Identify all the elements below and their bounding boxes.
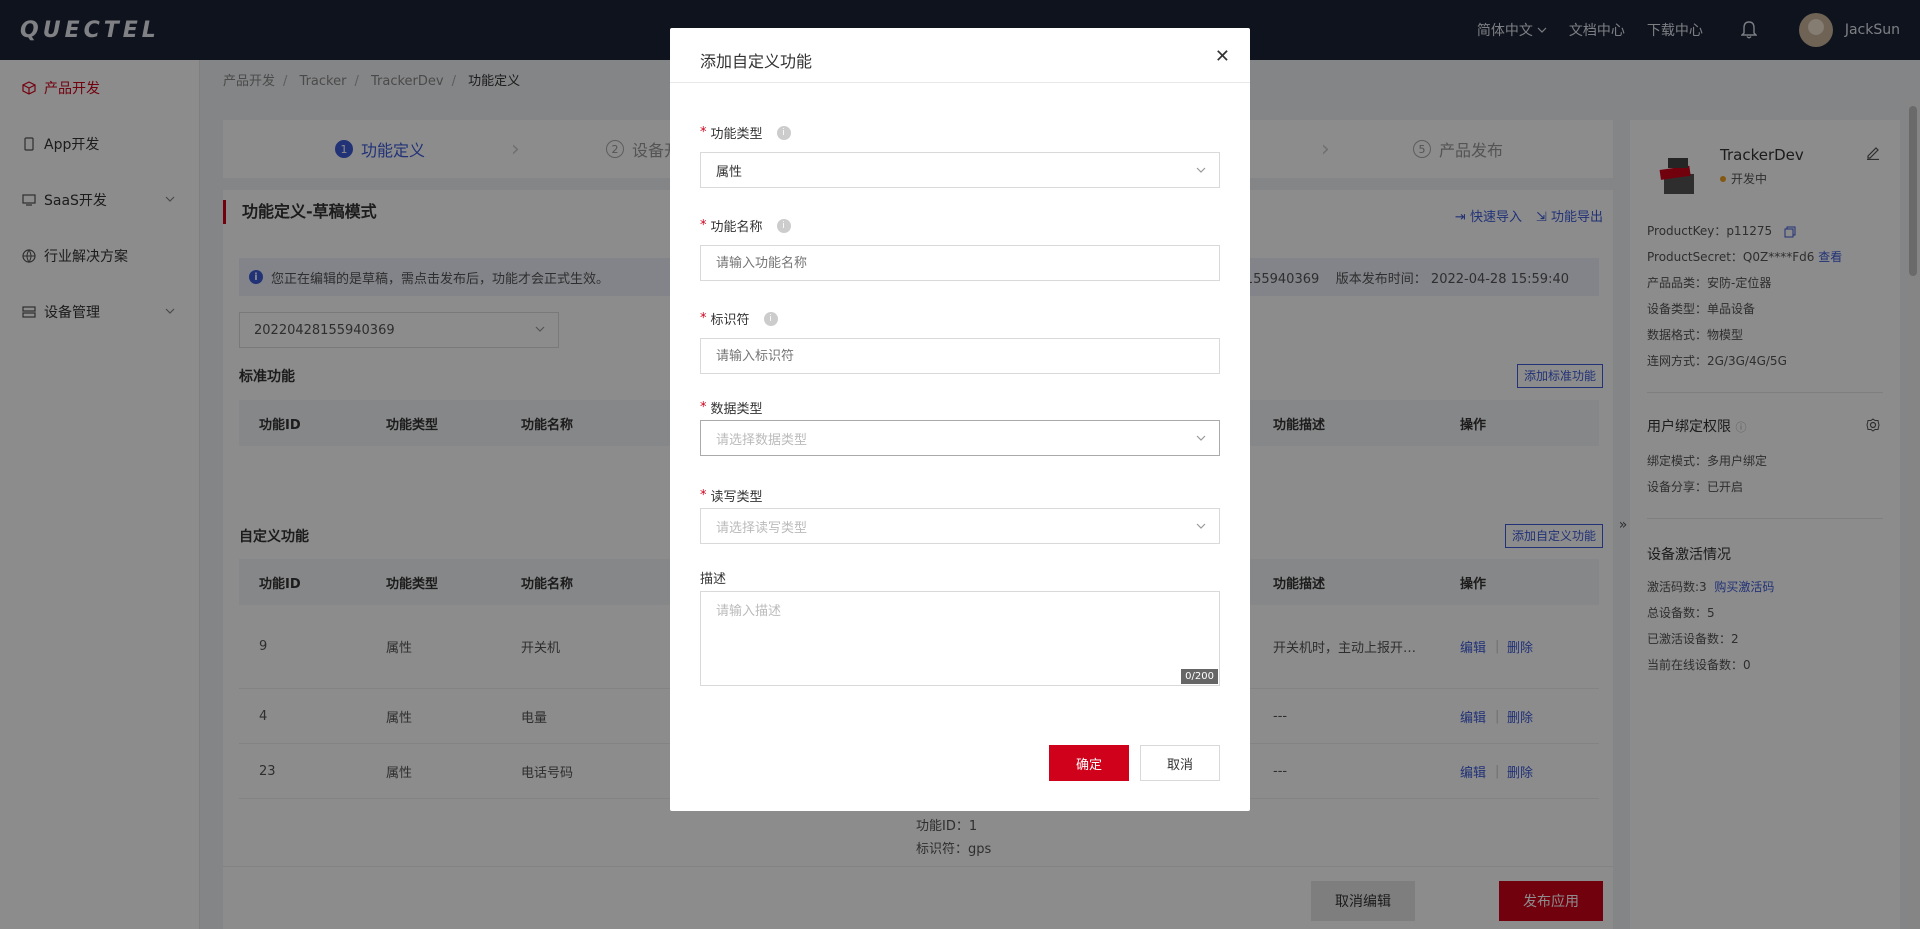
close-icon[interactable]: ✕: [1215, 46, 1230, 67]
function-type-label: * 功能类型 i: [700, 123, 791, 142]
data-type-select[interactable]: 请选择数据类型: [700, 420, 1220, 456]
function-name-input[interactable]: [700, 245, 1220, 281]
help-icon: i: [763, 311, 778, 326]
chevron-down-icon: [1196, 435, 1206, 441]
function-type-select[interactable]: 属性: [700, 152, 1220, 188]
rw-type-select[interactable]: 请选择读写类型: [700, 508, 1220, 544]
chevron-down-icon: [1196, 523, 1206, 529]
help-icon: i: [776, 125, 791, 140]
char-counter: 0/200: [1181, 669, 1218, 684]
dialog-title: 添加自定义功能: [670, 28, 1250, 83]
function-name-label: * 功能名称 i: [700, 216, 791, 235]
data-type-label: * 数据类型: [700, 400, 763, 417]
identifier-label: * 标识符 i: [700, 309, 778, 328]
identifier-input[interactable]: [700, 338, 1220, 374]
description-label: 描述: [700, 572, 727, 587]
chevron-down-icon: [1196, 167, 1206, 173]
rw-type-label: * 读写类型: [700, 488, 763, 505]
add-custom-function-dialog: 添加自定义功能 ✕ *功能类型i 属性 *功能名称i *标识符i *数据类型 请…: [670, 28, 1250, 811]
description-textarea[interactable]: 请输入描述 0/200: [700, 591, 1220, 686]
help-icon: i: [776, 218, 791, 233]
cancel-button[interactable]: 取消: [1140, 745, 1220, 781]
confirm-button[interactable]: 确定: [1049, 745, 1129, 781]
